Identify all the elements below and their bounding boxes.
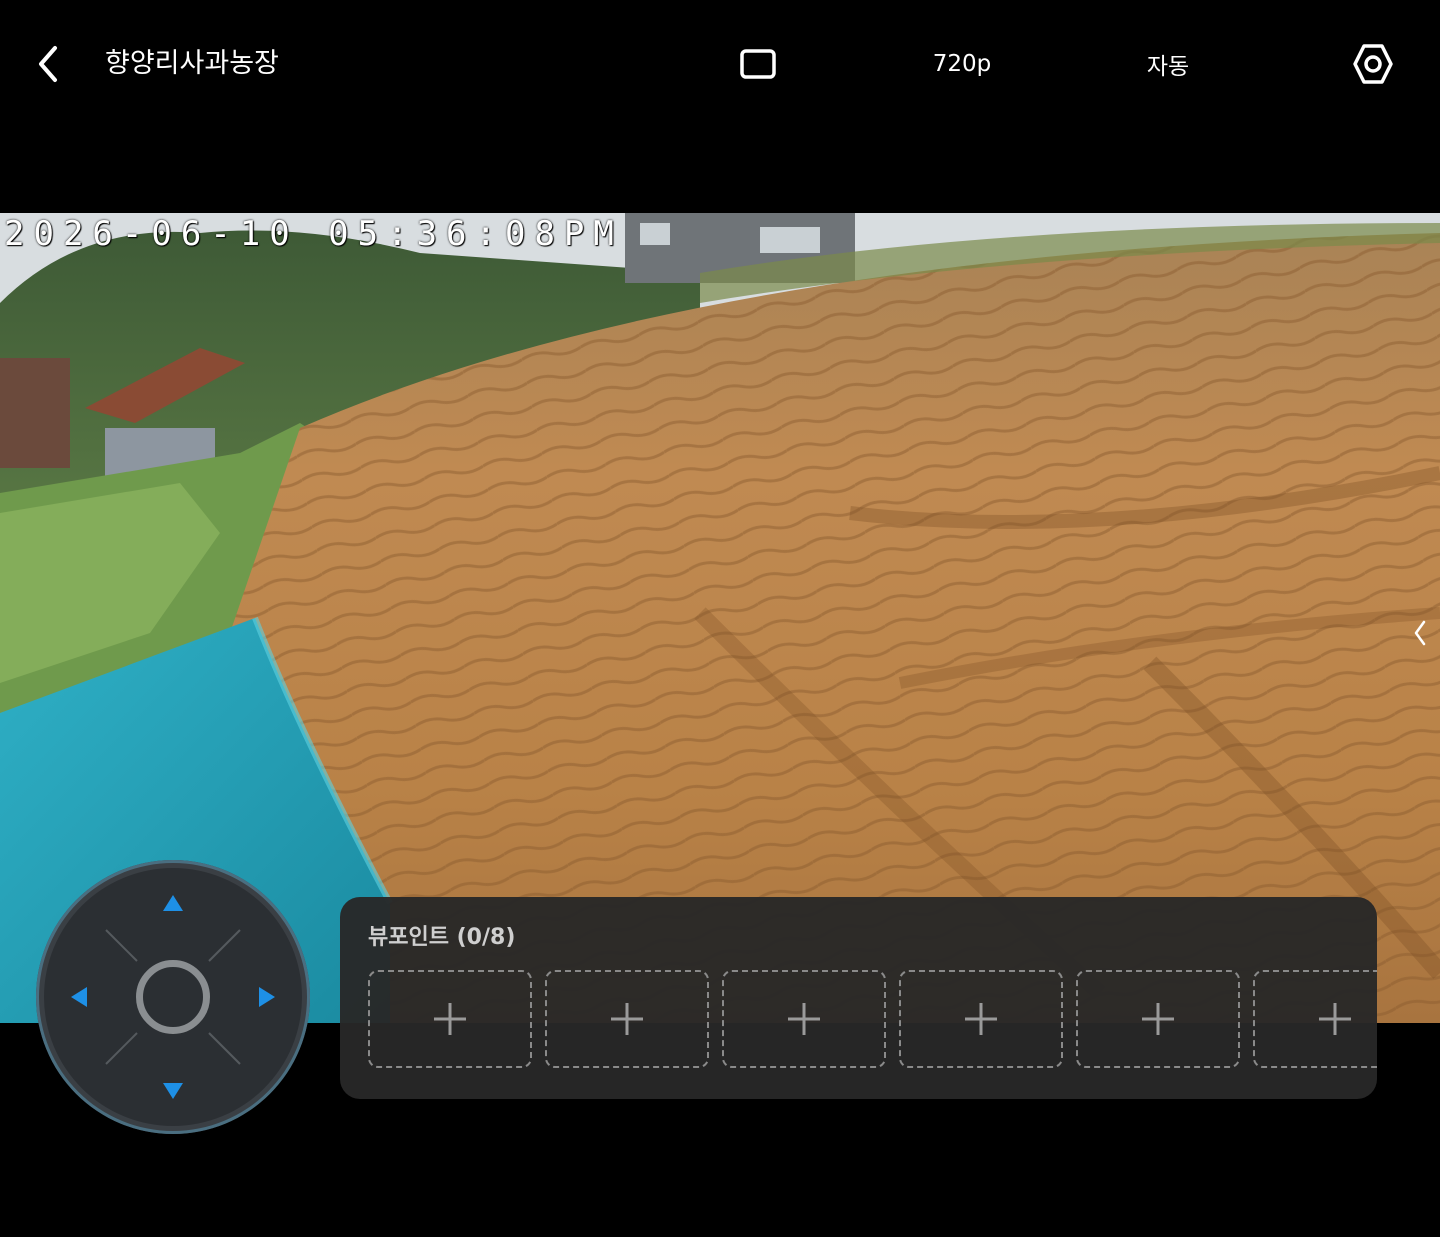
triangle-down-icon (163, 1083, 183, 1099)
auto-mode-button[interactable]: 자동 (1128, 44, 1208, 84)
page-title: 향양리사과농장 (105, 48, 279, 79)
triangle-up-icon (163, 895, 183, 911)
gear-icon (1353, 44, 1393, 84)
top-bar: 향양리사과농장 720p 자동 (0, 0, 1440, 128)
side-panel-handle[interactable] (1400, 608, 1440, 658)
triangle-right-icon (259, 987, 275, 1007)
viewpoint-add-slot[interactable] (722, 970, 886, 1068)
quality-button[interactable]: 720p (912, 44, 1012, 84)
plus-icon (1319, 1003, 1351, 1035)
video-timestamp: 2026-06-10 05:36:08PM (4, 214, 623, 254)
viewpoint-add-slot[interactable] (545, 970, 709, 1068)
settings-button[interactable] (1345, 36, 1401, 92)
plus-icon (965, 1003, 997, 1035)
pan-up-button[interactable] (158, 888, 188, 918)
back-button[interactable] (24, 40, 72, 88)
viewpoint-add-slot[interactable] (1076, 970, 1240, 1068)
viewpoint-title: 뷰포인트 (0/8) (368, 925, 516, 950)
plus-icon (611, 1003, 643, 1035)
viewpoint-slot-list (368, 970, 1377, 1070)
square-icon (740, 49, 776, 79)
plus-icon (788, 1003, 820, 1035)
viewpoint-add-slot[interactable] (1253, 970, 1377, 1068)
ptz-joystick[interactable] (36, 860, 310, 1134)
plus-icon (1142, 1003, 1174, 1035)
joystick-center-ring[interactable] (136, 960, 210, 1034)
fullscreen-button[interactable] (730, 40, 786, 88)
joystick-pad (44, 868, 302, 1126)
viewpoint-add-slot[interactable] (899, 970, 1063, 1068)
viewpoint-add-slot[interactable] (368, 970, 532, 1068)
app-root: 향양리사과농장 720p 자동 2026-06-10 05:36:08PM 뷰포… (0, 0, 1440, 1237)
pan-left-button[interactable] (64, 982, 94, 1012)
viewpoint-panel: 뷰포인트 (0/8) (340, 897, 1377, 1099)
chevron-left-icon (39, 46, 57, 82)
pan-down-button[interactable] (158, 1076, 188, 1106)
chevron-left-icon (1414, 620, 1426, 646)
triangle-left-icon (71, 987, 87, 1007)
pan-right-button[interactable] (252, 982, 282, 1012)
plus-icon (434, 1003, 466, 1035)
